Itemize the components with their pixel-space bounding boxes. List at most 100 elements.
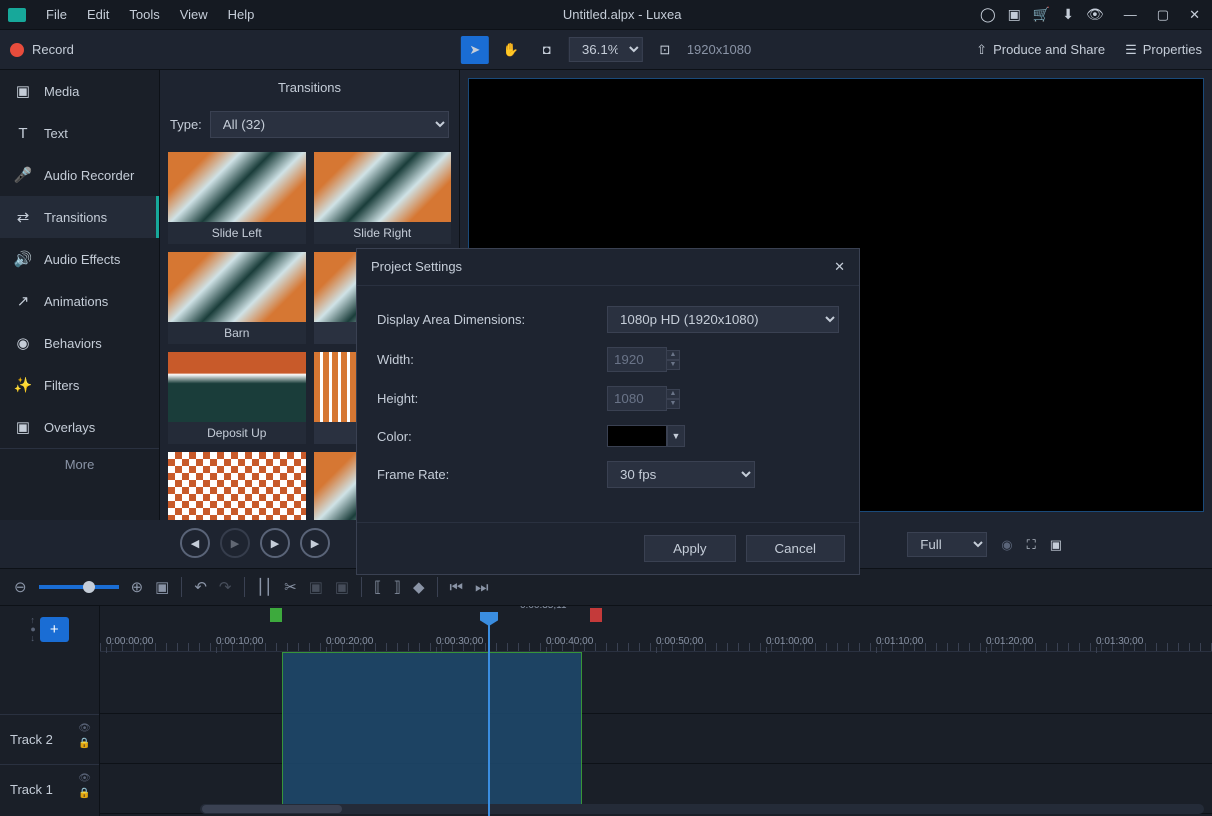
sidebar-item-media[interactable]: ▣Media — [0, 70, 159, 112]
dialog-close-icon[interactable]: ✕ — [834, 259, 845, 275]
color-dropdown[interactable]: ▼ — [667, 425, 685, 447]
preview-quality-select[interactable]: Full — [907, 532, 987, 557]
go-end-icon[interactable]: ⏭ — [475, 579, 489, 596]
zoom-out-icon[interactable]: ⊖ — [14, 578, 27, 596]
prev-frame-button[interactable]: ◀ — [180, 528, 210, 558]
menu-tools[interactable]: Tools — [119, 7, 169, 22]
track-area[interactable]: 0:00:00;00 0:00:10;00 0:00:20;00 0:00:30… — [100, 606, 1212, 816]
download-icon[interactable]: ⬇ — [1062, 6, 1074, 23]
track-row[interactable] — [100, 714, 1212, 764]
maximize-button[interactable]: ▢ — [1153, 7, 1173, 23]
pointer-tool[interactable]: ➤ — [461, 36, 489, 64]
reorder-arrows[interactable]: ↑●↓ — [30, 616, 35, 643]
fit-tool[interactable]: ⊡ — [651, 36, 679, 64]
crop-tool[interactable]: ◘ — [533, 36, 561, 64]
track-header-1[interactable]: Track 1 👁🔒 — [0, 764, 99, 814]
account-icon[interactable]: ◯ — [980, 6, 996, 23]
hand-tool[interactable]: ✋ — [497, 36, 525, 64]
width-input[interactable] — [607, 347, 667, 372]
transition-thumb[interactable]: Slide Left — [168, 152, 306, 244]
cart-icon[interactable]: 🛒 — [1033, 6, 1050, 23]
eye-icon[interactable]: 👁 — [78, 773, 91, 784]
lock-icon[interactable]: 🔒 — [78, 738, 91, 749]
playhead[interactable] — [488, 612, 490, 816]
marker-icon[interactable]: ◆ — [413, 578, 425, 596]
mark-out-icon[interactable]: ⟧ — [394, 578, 401, 596]
zoom-slider[interactable] — [39, 585, 119, 589]
sidebar-item-text[interactable]: TText — [0, 112, 159, 154]
sidebar-item-transitions[interactable]: ⇄Transitions — [0, 196, 159, 238]
main-toolbar: Record ➤ ✋ ◘ 36.1% ⊡ 1920x1080 ⇧ Produce… — [0, 30, 1212, 70]
produce-label: Produce and Share — [993, 42, 1105, 57]
framerate-select[interactable]: 30 fps — [607, 461, 755, 488]
zoom-select[interactable]: 36.1% — [569, 37, 643, 62]
transition-thumb[interactable] — [168, 452, 306, 520]
fullscreen-icon[interactable]: ⛶ — [1027, 537, 1036, 553]
sidebar-more[interactable]: More — [0, 448, 159, 480]
out-marker[interactable] — [590, 608, 602, 622]
sidebar-label: Transitions — [44, 210, 107, 225]
redo-icon[interactable]: ↷ — [219, 578, 232, 596]
go-start-icon[interactable]: ⏮ — [450, 579, 464, 596]
display-dimensions-select[interactable]: 1080p HD (1920x1080) — [607, 306, 839, 333]
tick-label: 0:01:20;00 — [986, 636, 1033, 647]
copy-icon[interactable]: ▣ — [309, 578, 323, 596]
cancel-button[interactable]: Cancel — [746, 535, 846, 562]
paste-icon[interactable]: ▣ — [335, 578, 349, 596]
save-icon[interactable]: ▣ — [1008, 6, 1021, 23]
overlays-icon: ▣ — [14, 418, 32, 436]
sidebar-item-overlays[interactable]: ▣Overlays — [0, 406, 159, 448]
zoom-in-icon[interactable]: ⊕ — [131, 578, 144, 596]
color-swatch[interactable] — [607, 425, 667, 447]
sidebar-label: Media — [44, 84, 79, 99]
apply-button[interactable]: Apply — [644, 535, 735, 562]
transition-thumb[interactable]: Deposit Up — [168, 352, 306, 444]
sync-icon[interactable]: 👁 — [1086, 6, 1104, 23]
sidebar-item-animations[interactable]: ↗Animations — [0, 280, 159, 322]
stop-button[interactable]: ▶ — [220, 528, 250, 558]
transition-thumb[interactable]: Barn — [168, 252, 306, 344]
sidebar-item-filters[interactable]: ✨Filters — [0, 364, 159, 406]
sidebar-item-audio-effects[interactable]: 🔊Audio Effects — [0, 238, 159, 280]
undo-icon[interactable]: ↶ — [194, 578, 207, 596]
add-track-button[interactable]: + — [40, 617, 69, 642]
type-select[interactable]: All (32) — [210, 111, 449, 138]
menu-help[interactable]: Help — [218, 7, 265, 22]
height-input[interactable] — [607, 386, 667, 411]
menu-file[interactable]: File — [36, 7, 77, 22]
sidebar-item-audio-recorder[interactable]: 🎤Audio Recorder — [0, 154, 159, 196]
type-label: Type: — [170, 117, 202, 132]
list-icon: ☰ — [1125, 42, 1137, 58]
properties-button[interactable]: ☰ Properties — [1125, 42, 1202, 58]
track-header-2[interactable]: Track 2 👁🔒 — [0, 714, 99, 764]
height-spinner[interactable]: ▲▼ — [666, 389, 680, 409]
display-dimensions-label: Display Area Dimensions: — [377, 312, 607, 327]
mark-in-icon[interactable]: ⟦ — [374, 578, 381, 596]
minimize-button[interactable]: — — [1120, 7, 1141, 23]
width-label: Width: — [377, 352, 607, 367]
transition-thumb[interactable]: Slide Right — [314, 152, 452, 244]
tick-label: 0:00:20;00 — [326, 636, 373, 647]
framerate-label: Frame Rate: — [377, 467, 607, 482]
in-marker[interactable] — [270, 608, 282, 622]
menu-view[interactable]: View — [170, 7, 218, 22]
split-icon[interactable]: ⎮⎮ — [257, 578, 273, 596]
sidebar-item-behaviors[interactable]: ◉Behaviors — [0, 322, 159, 364]
menu-edit[interactable]: Edit — [77, 7, 119, 22]
snapshot-icon[interactable]: ◉ — [1001, 537, 1012, 553]
height-label: Height: — [377, 391, 607, 406]
lock-icon[interactable]: 🔒 — [78, 788, 91, 799]
cut-icon[interactable]: ✂ — [284, 578, 297, 596]
close-button[interactable]: ✕ — [1185, 7, 1204, 23]
fit-timeline-icon[interactable]: ▣ — [155, 578, 169, 596]
eye-icon[interactable]: 👁 — [78, 723, 91, 734]
timeline-ruler[interactable]: 0:00:00;00 0:00:10;00 0:00:20;00 0:00:30… — [100, 606, 1212, 652]
play-button[interactable]: ▶ — [260, 528, 290, 558]
horizontal-scrollbar[interactable] — [200, 804, 1204, 814]
next-frame-button[interactable]: ▶ — [300, 528, 330, 558]
detach-icon[interactable]: ▣ — [1050, 537, 1062, 553]
record-button[interactable]: Record — [10, 42, 74, 57]
width-spinner[interactable]: ▲▼ — [666, 350, 680, 370]
sidebar-label: Behaviors — [44, 336, 102, 351]
produce-share-button[interactable]: ⇧ Produce and Share — [976, 42, 1105, 58]
